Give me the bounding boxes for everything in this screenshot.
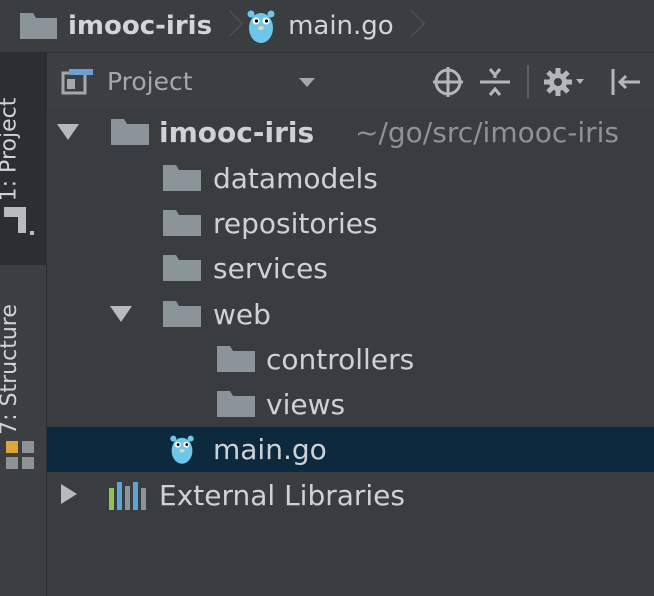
gopher-icon [170,435,194,464]
tree-item-label: External Libraries [159,479,405,512]
folder-icon [217,391,255,417]
expand-arrow-icon[interactable] [110,306,132,322]
breadcrumb-file[interactable]: main.go [246,0,394,52]
project-view-icon [61,68,93,94]
chevron-down-icon[interactable] [299,78,315,87]
tool-tab-structure-label: 7: Structure [0,304,22,435]
tree-root-path: ~/go/src/imooc-iris [355,116,620,149]
tool-window-strip: 1: Project 7: Structure [0,53,47,596]
tree-item-controllers[interactable]: controllers [47,337,654,382]
locate-icon[interactable] [433,67,463,97]
tree-item-label: services [213,252,328,285]
tool-tab-project[interactable]: 1: Project [0,53,46,265]
collapse-all-icon[interactable] [480,67,510,97]
project-view-selector[interactable]: Project [61,53,193,110]
tree-item-label: main.go [213,433,327,466]
tree-item-external-libraries[interactable]: External Libraries [47,473,654,518]
structure-icon [6,441,34,469]
breadcrumb-file-label: main.go [288,11,394,41]
folder-icon [163,255,201,281]
library-icon [109,482,146,510]
gopher-icon [247,10,275,43]
project-tree: imooc-iris ~/go/src/imooc-iris datamodel… [47,110,654,596]
folder-icon [20,13,57,39]
tree-item-label: views [266,388,346,421]
breadcrumb: imooc-iris main.go [0,0,654,53]
tree-item-label: datamodels [213,162,378,195]
breadcrumb-project[interactable]: imooc-iris [20,0,212,52]
hide-panel-icon[interactable] [610,67,644,97]
project-view-label: Project [107,67,193,96]
breadcrumb-separator [220,0,234,52]
tree-root-label: imooc-iris [159,116,315,149]
project-panel-header: Project [47,53,654,111]
tree-item-label: web [213,298,271,331]
folder-icon [163,301,201,327]
breadcrumb-project-label: imooc-iris [68,11,213,41]
tree-item-services[interactable]: services [47,246,654,291]
tree-item-label: controllers [266,343,415,376]
folder-icon [217,346,255,372]
header-divider [527,65,529,99]
folder-icon [163,165,201,191]
tree-item-web[interactable]: web [47,292,654,337]
expand-arrow-icon[interactable] [61,484,77,504]
expand-arrow-icon[interactable] [57,124,79,140]
folder-icon [163,210,201,236]
tree-item-repositories[interactable]: repositories [47,201,654,246]
tool-tab-project-label: 1: Project [0,97,22,202]
tree-item-views[interactable]: views [47,382,654,427]
project-tool-icon [4,207,34,235]
tree-item-root[interactable]: imooc-iris ~/go/src/imooc-iris [47,110,654,155]
breadcrumb-separator [402,0,416,52]
folder-icon [111,119,149,145]
tree-item-label: repositories [213,207,378,240]
gear-icon[interactable] [543,67,587,97]
tool-tab-structure[interactable]: 7: Structure [0,281,46,511]
tree-item-main-go[interactable]: main.go [47,427,654,472]
tree-item-datamodels[interactable]: datamodels [47,156,654,201]
